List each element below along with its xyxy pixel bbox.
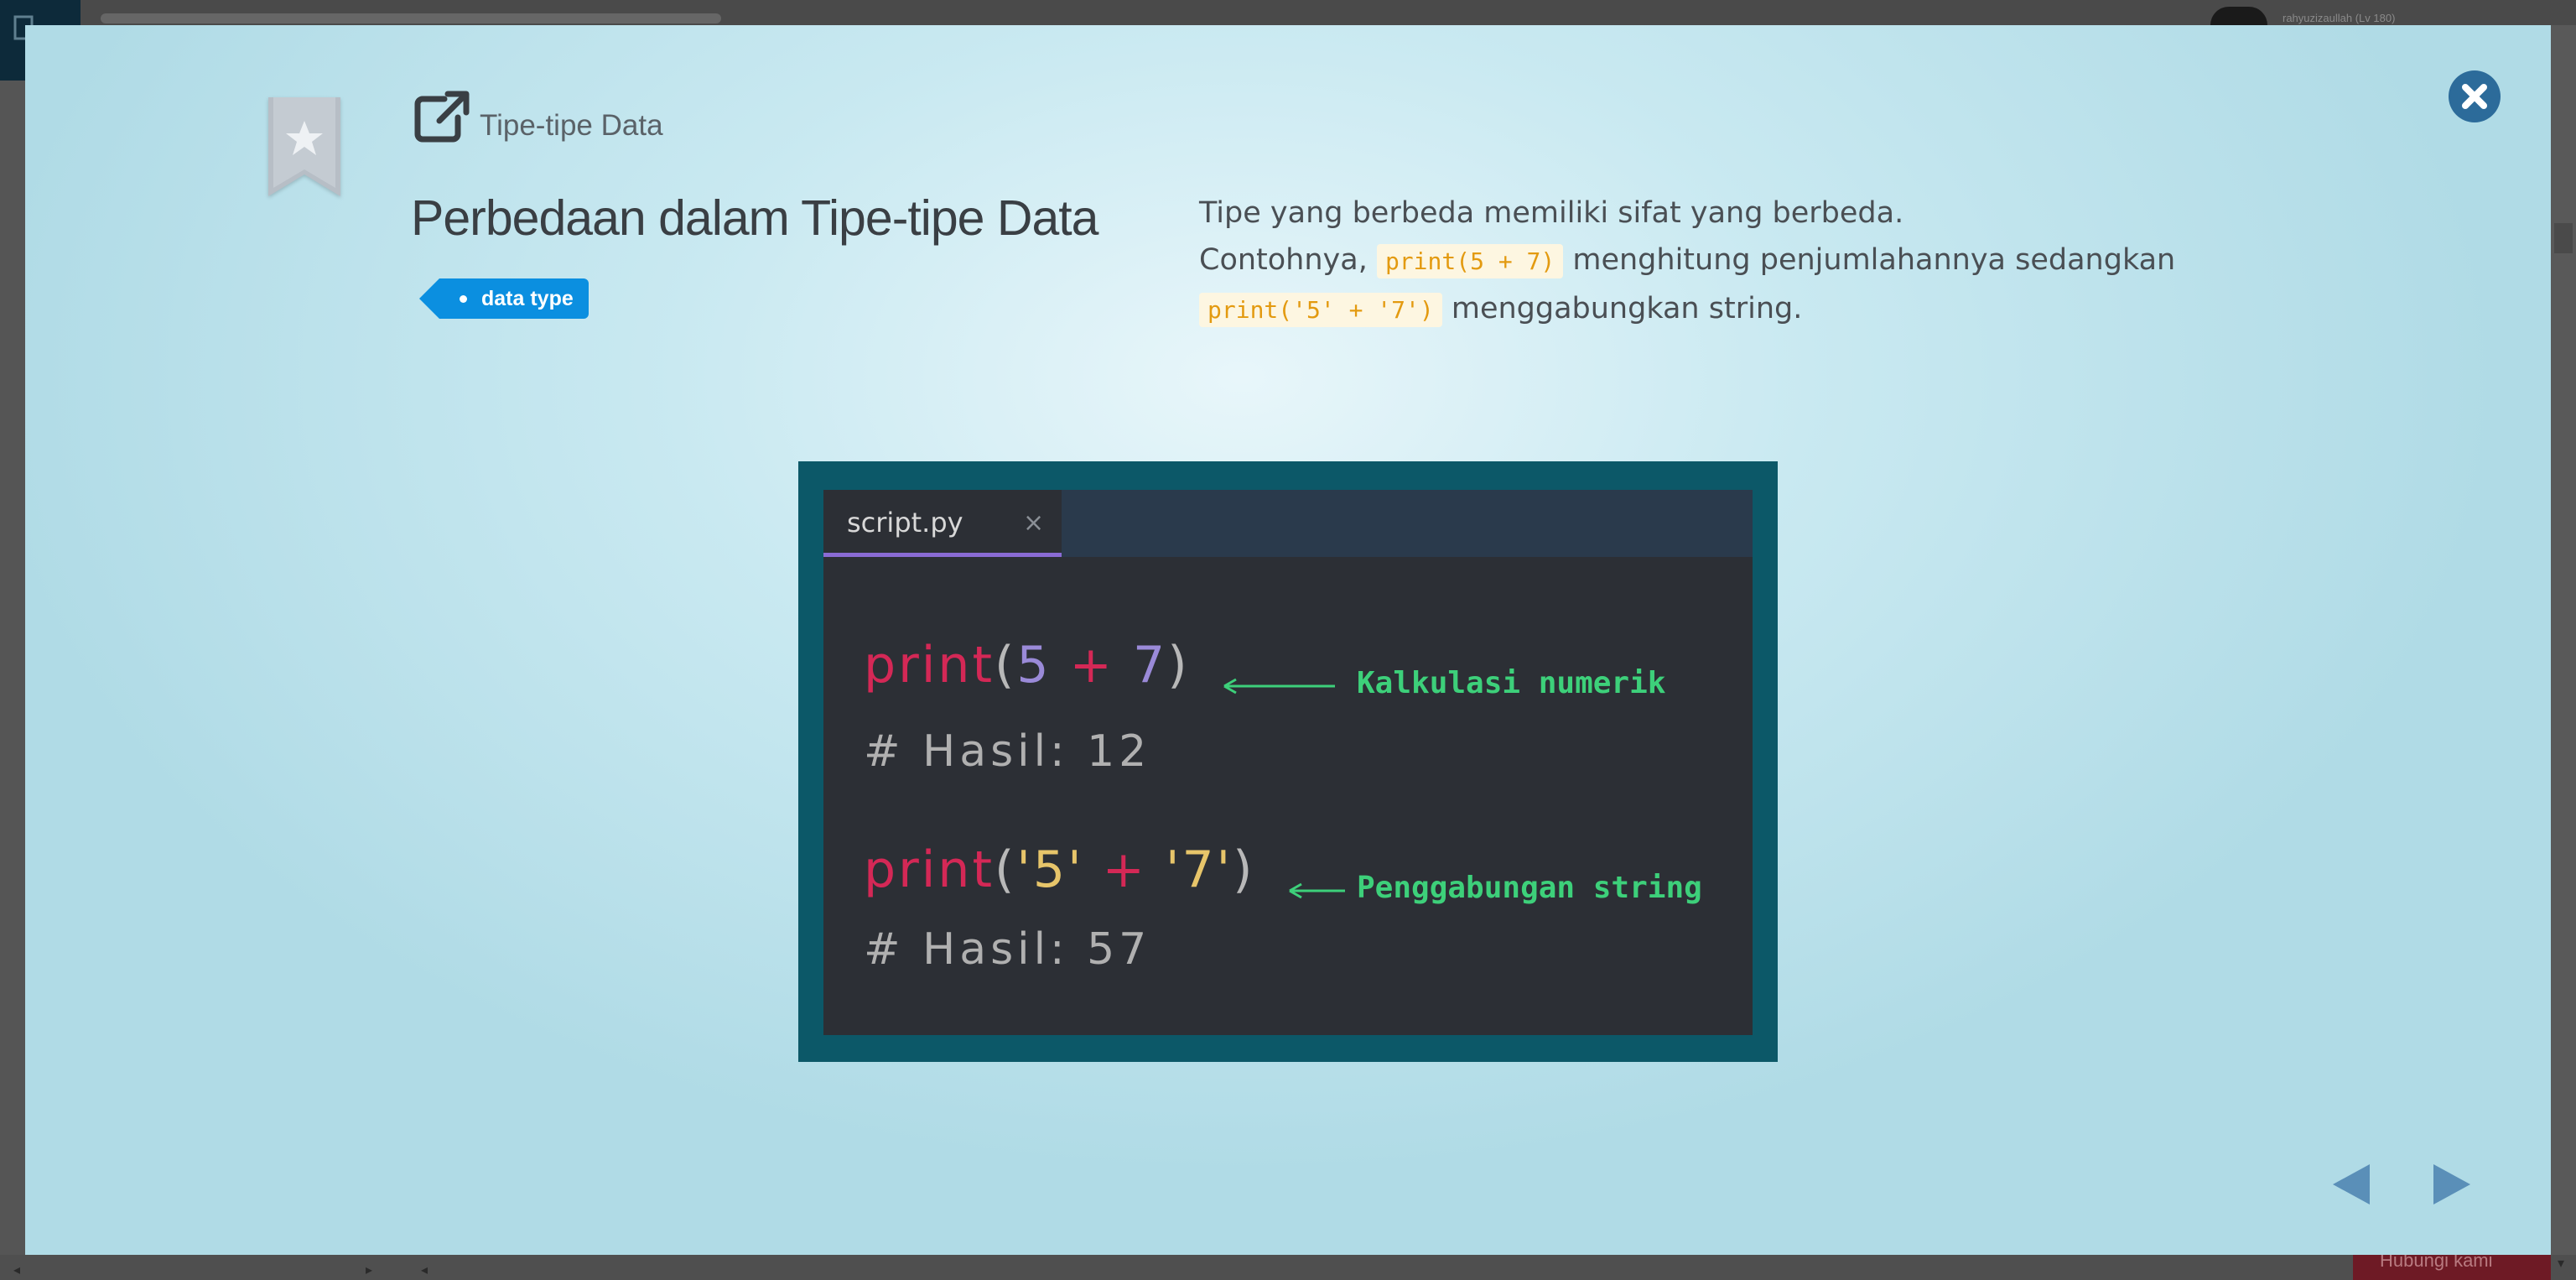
scroll-left-icon: ◂	[13, 1262, 21, 1277]
breadcrumb: Tipe-tipe Data	[411, 89, 663, 146]
code-string: '7'	[1166, 840, 1233, 899]
description-line-3: print('5' + '7') menggabungkan string.	[1199, 285, 2306, 334]
description-text: menggabungkan string.	[1441, 292, 1803, 325]
code-line-1: print(5 + 7)	[864, 636, 1190, 695]
description-text: menghitung penjumlahannya sedangkan	[1563, 243, 2176, 277]
code-illustration: script.py × print(5 + 7) Kalkulasi numer…	[798, 461, 1778, 1062]
tag-dot-icon	[460, 295, 467, 303]
code-line-2: print('5' + '7')	[864, 840, 1255, 899]
previous-arrow-icon	[2333, 1164, 2370, 1205]
tab-close-icon: ×	[1023, 508, 1045, 538]
lesson-modal: Tipe-tipe Data Perbedaan dalam Tipe-tipe…	[25, 25, 2551, 1255]
code-string: '5'	[1016, 840, 1084, 899]
avatar	[2210, 7, 2267, 25]
scroll-down-icon: ▾	[2558, 1255, 2565, 1271]
code-number: 5	[1016, 636, 1052, 695]
page-title: Perbedaan dalam Tipe-tipe Data	[411, 190, 1098, 246]
next-button[interactable]	[2432, 1163, 2472, 1206]
code-comment-2: # Hasil: 57	[864, 924, 1151, 975]
previous-button[interactable]	[2331, 1163, 2371, 1206]
arrow-left-icon	[1223, 678, 1335, 695]
close-button[interactable]	[2449, 70, 2501, 122]
scroll-right-icon: ▸	[366, 1262, 373, 1277]
tag-label: data type	[481, 287, 574, 310]
editor-tab: script.py ×	[823, 490, 1062, 557]
code-operator: +	[1051, 636, 1134, 695]
code-number: 7	[1133, 636, 1168, 695]
topic-tag[interactable]: data type	[419, 278, 589, 319]
next-arrow-icon	[2433, 1164, 2470, 1205]
background-left-rail	[0, 81, 25, 1280]
arrow-left-icon	[1289, 882, 1345, 899]
code-comment-1: # Hasil: 12	[864, 726, 1151, 777]
section-label[interactable]: Tipe-tipe Data	[480, 109, 663, 143]
code-paren: )	[1167, 636, 1190, 695]
code-operator: +	[1083, 840, 1166, 899]
annotation-numeric: Kalkulasi numerik	[1357, 666, 1666, 700]
background-search-bar	[101, 13, 721, 23]
tab-label: script.py	[847, 507, 963, 539]
code-fn: print	[864, 636, 995, 695]
code-paren: )	[1233, 840, 1255, 899]
description-text: Contohnya,	[1199, 243, 1377, 277]
bookmark-star-icon[interactable]	[268, 97, 340, 196]
inline-code: print('5' + '7')	[1199, 293, 1442, 327]
code-fn: print	[864, 840, 995, 899]
inline-code: print(5 + 7)	[1376, 244, 1564, 278]
background-bottom-bar	[0, 1255, 2576, 1280]
background-scrollbar	[2551, 25, 2576, 1280]
background-scroll-thumb	[2554, 223, 2573, 253]
code-editor: script.py × print(5 + 7) Kalkulasi numer…	[823, 490, 1753, 1035]
close-icon	[2462, 84, 2487, 109]
annotation-string: Penggabungan string	[1357, 871, 1702, 905]
description-line-1: Tipe yang berbeda memiliki sifat yang be…	[1199, 196, 1904, 230]
code-paren: (	[994, 636, 1017, 695]
username-label: rahyuzizaullah (Lv 180)	[2283, 12, 2396, 24]
scroll-left-icon: ◂	[421, 1262, 428, 1277]
description-line-2: Contohnya, print(5 + 7) menghitung penju…	[1199, 237, 2306, 285]
description: Tipe yang berbeda memiliki sifat yang be…	[1199, 190, 2306, 334]
code-paren: (	[994, 840, 1017, 899]
external-link-icon[interactable]	[411, 89, 470, 146]
